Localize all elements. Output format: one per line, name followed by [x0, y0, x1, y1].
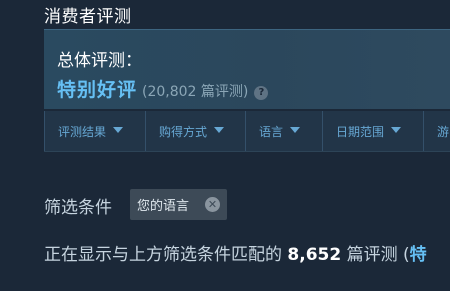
results-prefix: 正在显示与上方筛选条件匹配的 — [44, 245, 288, 265]
filter-tab-purchase-type[interactable]: 购得方式 — [145, 111, 245, 151]
filter-tab-label: 评测结果 — [58, 124, 107, 139]
help-icon[interactable]: ? — [254, 86, 269, 100]
review-count: (20,802 篇评测) — [142, 84, 249, 100]
language-filter-chip: 您的语言 ✕ — [130, 189, 227, 220]
chevron-down-icon — [290, 127, 301, 133]
filter-tab-label: 语言 — [259, 124, 284, 139]
active-filters-label: 筛选条件 — [44, 198, 112, 218]
chevron-down-icon — [391, 127, 402, 133]
filter-tab-label: 购得方式 — [159, 124, 208, 139]
chevron-down-icon — [214, 127, 225, 133]
overall-reviews-label: 总体评测： — [57, 51, 142, 71]
filter-tab-label: 游 — [437, 124, 450, 139]
filter-tab-language[interactable]: 语言 — [245, 111, 322, 151]
results-suffix: 篇评测 ( — [341, 245, 410, 265]
results-trailing-link[interactable]: 特 — [410, 245, 427, 265]
section-title: 消费者评测 — [44, 7, 132, 27]
overall-rating[interactable]: 特别好评 — [57, 75, 137, 102]
filter-tab-review-type[interactable]: 评测结果 — [44, 111, 145, 151]
chip-label: 您的语言 — [137, 199, 190, 214]
review-summary-panel: 总体评测： 特别好评 (20,802 篇评测) ? — [44, 29, 450, 109]
filter-tab-label: 日期范围 — [336, 124, 385, 139]
filter-tab-date-range[interactable]: 日期范围 — [322, 111, 423, 151]
chevron-down-icon — [113, 127, 124, 133]
close-icon[interactable]: ✕ — [205, 197, 220, 212]
filter-tab-playtime[interactable]: 游 — [423, 111, 450, 151]
results-summary: 正在显示与上方筛选条件匹配的 8,652 篇评测 (特 — [44, 240, 427, 265]
review-filter-bar: 评测结果 购得方式 语言 日期范围 游 — [44, 111, 450, 152]
summary-rating-row: 特别好评 (20,802 篇评测) ? — [57, 75, 269, 102]
results-count: 8,652 — [287, 245, 342, 265]
